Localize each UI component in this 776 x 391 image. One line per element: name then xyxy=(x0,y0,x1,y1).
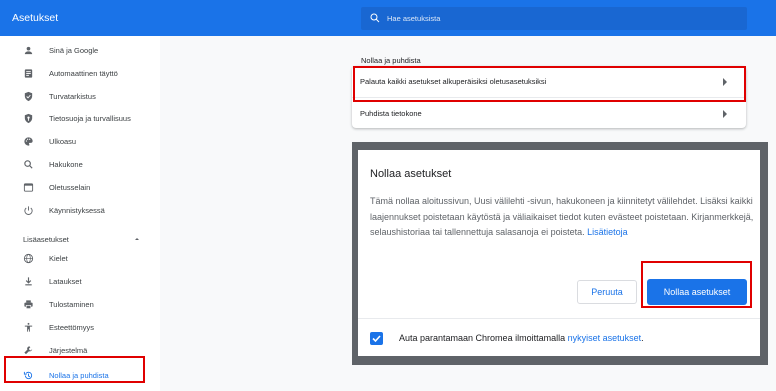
restore-icon xyxy=(23,371,33,380)
globe-icon xyxy=(23,253,34,264)
search-icon xyxy=(370,13,380,23)
sidebar-item-autofill[interactable]: Automaattinen täyttö xyxy=(0,63,160,85)
print-icon xyxy=(24,300,33,309)
report-settings-label: Auta parantamaan Chromea ilmoittamalla xyxy=(399,333,566,343)
sidebar-item-search-engine[interactable]: Hakukone xyxy=(0,154,160,176)
autofill-icon xyxy=(24,69,33,78)
sidebar-item-privacy[interactable]: Tietosuoja ja turvallisuus xyxy=(0,108,160,130)
sidebar-item-label: Oletusselain xyxy=(49,183,91,192)
sidebar-item-downloads[interactable]: Lataukset xyxy=(0,271,160,293)
download-icon xyxy=(25,277,32,286)
footer-period: . xyxy=(641,333,644,343)
section-title: Nollaa ja puhdista xyxy=(361,56,421,65)
palette-icon xyxy=(24,137,33,146)
sidebar-item-label: Järjestelmä xyxy=(49,346,88,355)
sidebar-item-label: Esteettömyys xyxy=(49,323,95,332)
report-settings-checkbox[interactable] xyxy=(370,332,383,345)
current-settings-link[interactable]: nykyiset asetukset xyxy=(568,333,642,343)
reset-card: Palauta kaikki asetukset alkuperäisiksi … xyxy=(352,66,746,128)
clean-up-computer-label: Puhdista tietokone xyxy=(360,109,422,118)
restore-defaults-row[interactable]: Palauta kaikki asetukset alkuperäisiksi … xyxy=(352,66,746,97)
sidebar-item-label: Tietosuoja ja turvallisuus xyxy=(49,114,131,123)
sidebar-item-reset-and-clean-up[interactable]: Nollaa ja puhdista xyxy=(0,365,160,387)
sidebar-item-label: Turvatarkistus xyxy=(49,92,96,101)
cancel-button[interactable]: Peruuta xyxy=(577,280,637,304)
sidebar-item-label: Hakukone xyxy=(49,160,83,169)
top-bar: Asetukset xyxy=(0,0,776,36)
sidebar-item-label: Nollaa ja puhdista xyxy=(49,371,109,380)
search-box[interactable] xyxy=(361,7,747,30)
sidebar-item-label: Automaattinen täyttö xyxy=(49,69,118,78)
sidebar-item-label: Sinä ja Google xyxy=(49,46,99,55)
clean-up-computer-row[interactable]: Puhdista tietokone xyxy=(352,98,746,129)
chevron-up-icon[interactable] xyxy=(133,235,141,243)
sidebar-item-label: Ulkoasu xyxy=(49,137,77,146)
sidebar-item-on-startup[interactable]: Käynnistyksessä xyxy=(0,200,160,222)
wrench-icon xyxy=(24,346,33,355)
advanced-section-label: Lisäasetukset xyxy=(23,235,69,244)
dialog-footer: Auta parantamaan Chromea ilmoittamalla n… xyxy=(358,318,760,356)
sidebar-item-languages[interactable]: Kielet xyxy=(0,248,160,270)
dialog-title: Nollaa asetukset xyxy=(370,168,452,180)
sidebar-item-label: Lataukset xyxy=(49,277,82,286)
shield-check-icon xyxy=(24,91,33,102)
person-icon xyxy=(24,46,33,55)
power-icon xyxy=(24,206,33,215)
learn-more-link[interactable]: Lisätietoja xyxy=(587,227,628,237)
sidebar-item-accessibility[interactable]: Esteettömyys xyxy=(0,317,160,339)
reset-settings-button[interactable]: Nollaa asetukset xyxy=(647,279,747,305)
restore-defaults-label: Palauta kaikki asetukset alkuperäisiksi … xyxy=(360,77,547,86)
accessibility-icon xyxy=(24,322,33,332)
sidebar: Sinä ja Google Automaattinen täyttö Turv… xyxy=(0,36,160,391)
checkmark-icon xyxy=(372,335,381,343)
browser-icon xyxy=(23,183,34,192)
dialog-body-text: Tämä nollaa aloitussivun, Uusi välilehti… xyxy=(370,196,754,237)
reset-settings-dialog: Nollaa asetukset Tämä nollaa aloitussivu… xyxy=(358,150,760,356)
sidebar-item-printing[interactable]: Tulostaminen xyxy=(0,294,160,316)
sidebar-item-label: Käynnistyksessä xyxy=(49,206,105,215)
sidebar-item-system[interactable]: Järjestelmä xyxy=(0,340,160,362)
sidebar-item-appearance[interactable]: Ulkoasu xyxy=(0,131,160,153)
privacy-shield-icon xyxy=(24,113,33,124)
sidebar-item-safety-check[interactable]: Turvatarkistus xyxy=(0,86,160,108)
search-icon xyxy=(24,160,33,169)
dialog-body: Tämä nollaa aloitussivun, Uusi välilehti… xyxy=(370,194,754,241)
search-input[interactable] xyxy=(387,11,727,26)
arrow-right-icon xyxy=(723,78,727,86)
arrow-right-icon xyxy=(723,110,727,118)
sidebar-item-label: Kielet xyxy=(49,254,68,263)
page-title: Asetukset xyxy=(12,12,59,24)
report-settings-text: Auta parantamaan Chromea ilmoittamalla n… xyxy=(399,333,644,343)
sidebar-item-you-and-google[interactable]: Sinä ja Google xyxy=(0,40,160,62)
sidebar-item-label: Tulostaminen xyxy=(49,300,94,309)
sidebar-item-default-browser[interactable]: Oletusselain xyxy=(0,177,160,199)
